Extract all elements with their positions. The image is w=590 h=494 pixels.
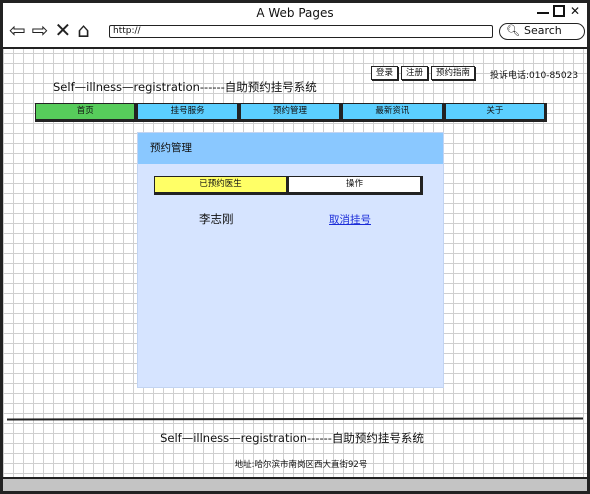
footer-address: 地址:哈尔滨市南岗区西大直街92号 [234, 460, 368, 470]
status-bar [3, 477, 587, 491]
column-header-action: 操作 [288, 176, 423, 195]
column-header-doctor: 已预约医生 [154, 176, 289, 195]
home-icon[interactable]: ⌂ [77, 19, 90, 41]
login-button[interactable]: 登录 [371, 66, 399, 80]
menu-item-news[interactable]: 最新资讯 [342, 103, 445, 122]
close-icon[interactable]: ✕ [569, 5, 581, 17]
menu-item-home[interactable]: 首页 [35, 103, 138, 122]
search-input[interactable]: 🔍︎ Search [499, 23, 585, 40]
back-arrow-icon[interactable]: ⇦ [9, 19, 26, 41]
complaint-phone: 投诉电话:010-85023 [490, 71, 579, 81]
panel-title: 预约管理 [138, 133, 443, 164]
forward-arrow-icon[interactable]: ⇨ [32, 19, 49, 41]
search-label: Search [523, 24, 562, 37]
menu-item-registration[interactable]: 挂号服务 [137, 103, 240, 122]
cancel-registration-link[interactable]: 取消挂号 [329, 212, 371, 227]
menu-item-about[interactable]: 关于 [444, 103, 548, 122]
maximize-icon[interactable] [553, 5, 565, 17]
address-bar[interactable]: http:// [109, 25, 493, 38]
nav-buttons: ⇦ ⇨ ✕ ⌂ [9, 19, 90, 41]
minimize-icon[interactable] [537, 5, 549, 14]
guide-button[interactable]: 预约指南 [431, 66, 476, 80]
footer-title: Self—illness—registration------自助预约挂号系统 [160, 431, 424, 445]
top-links: 登录 注册 预约指南 [371, 66, 476, 80]
menu-item-appointments[interactable]: 预约管理 [239, 103, 343, 122]
appointment-table-header: 已预约医生 操作 [154, 176, 424, 195]
site-title: Self—illness—registration------自助预约挂号系统 [53, 80, 317, 94]
window-title: A Web Pages [256, 6, 334, 20]
stop-icon[interactable]: ✕ [55, 19, 72, 41]
browser-chrome: A Web Pages ✕ ⇦ ⇨ ✕ ⌂ http:// 🔍︎ Search [3, 3, 587, 49]
doctor-name: 李志刚 [199, 212, 234, 226]
browser-window: A Web Pages ✕ ⇦ ⇨ ✕ ⌂ http:// 🔍︎ Search S… [0, 0, 590, 494]
window-controls: ✕ [537, 5, 581, 17]
footer-divider [6, 417, 584, 421]
register-button[interactable]: 注册 [401, 66, 429, 80]
search-icon: 🔍︎ [506, 24, 520, 37]
appointment-panel: 预约管理 已预约医生 操作 李志刚 取消挂号 [137, 132, 444, 388]
main-menu: 首页 挂号服务 预约管理 最新资讯 关于 [35, 103, 548, 122]
